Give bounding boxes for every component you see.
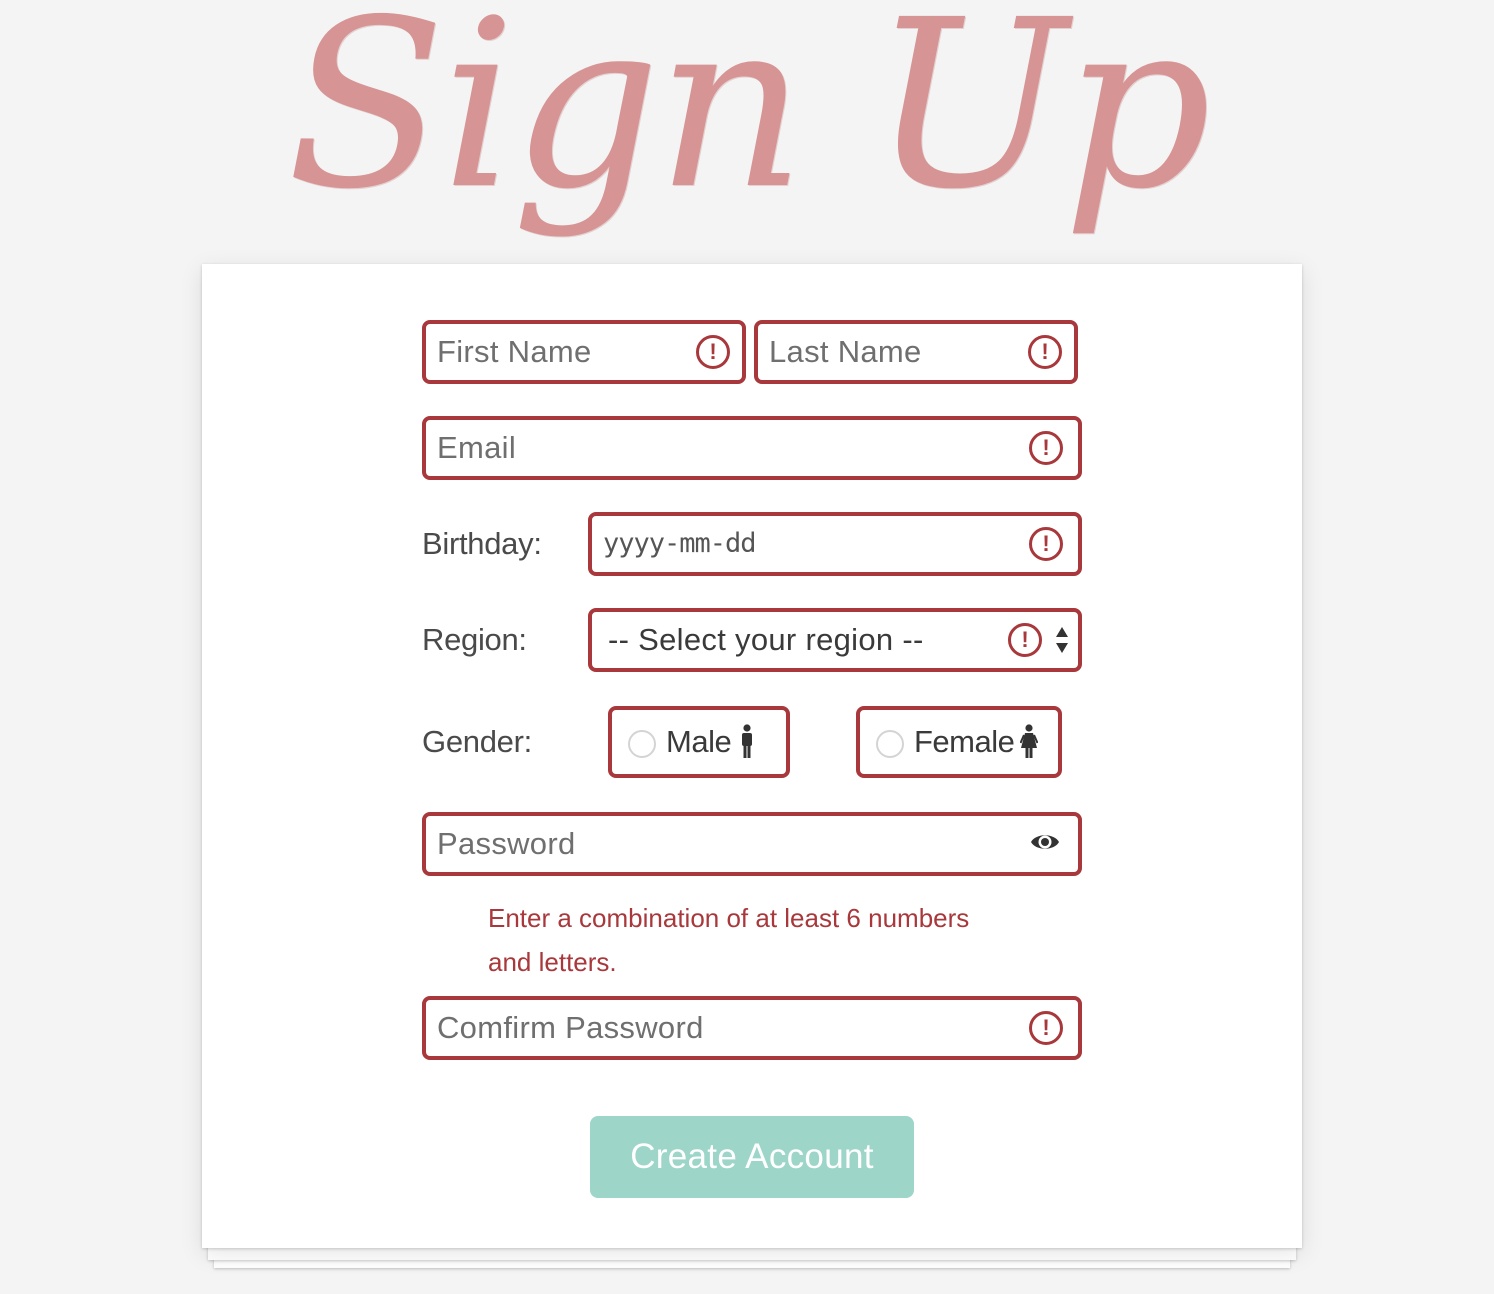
- last-name-input[interactable]: Last Name !: [754, 320, 1078, 384]
- alert-icon: !: [1029, 527, 1063, 561]
- birthday-date-input[interactable]: yyyy-mm-dd !: [588, 512, 1082, 576]
- email-placeholder: Email: [437, 430, 517, 465]
- email-input[interactable]: Email !: [422, 416, 1082, 480]
- eye-icon[interactable]: [1030, 831, 1060, 853]
- male-icon: [742, 724, 752, 758]
- birthday-placeholder: yyyy-mm-dd: [603, 528, 757, 559]
- first-name-placeholder: First Name: [437, 334, 592, 369]
- password-error-message: Enter a combination of at least 6 number…: [488, 896, 1028, 984]
- page-title: Sign Up: [286, 0, 1212, 240]
- alert-icon: !: [1028, 335, 1062, 369]
- female-radio[interactable]: [876, 730, 904, 758]
- select-arrows-icon: [1056, 627, 1068, 653]
- confirm-password-placeholder: Comfirm Password: [437, 1010, 704, 1045]
- password-input[interactable]: Password: [422, 812, 1082, 876]
- alert-icon: !: [1029, 1011, 1063, 1045]
- region-selected-value: -- Select your region --: [608, 622, 924, 657]
- female-icon: [1020, 724, 1038, 758]
- male-label: Male: [666, 724, 732, 759]
- alert-icon: !: [1008, 623, 1042, 657]
- confirm-password-input[interactable]: Comfirm Password !: [422, 996, 1082, 1060]
- alert-icon: !: [1029, 431, 1063, 465]
- gender-option-male[interactable]: Male: [608, 706, 790, 778]
- gender-option-female[interactable]: Female: [856, 706, 1062, 778]
- region-select[interactable]: -- Select your region -- !: [588, 608, 1082, 672]
- create-account-button[interactable]: Create Account: [590, 1116, 914, 1198]
- alert-icon: !: [696, 335, 730, 369]
- password-error-line-2: and letters.: [488, 947, 617, 977]
- region-label: Region:: [422, 622, 527, 657]
- last-name-placeholder: Last Name: [769, 334, 922, 369]
- female-label: Female: [914, 724, 1015, 759]
- password-error-line-1: Enter a combination of at least 6 number…: [488, 903, 970, 933]
- birthday-label: Birthday:: [422, 526, 542, 561]
- password-placeholder: Password: [437, 826, 576, 861]
- first-name-input[interactable]: First Name !: [422, 320, 746, 384]
- male-radio[interactable]: [628, 730, 656, 758]
- gender-label: Gender:: [422, 724, 532, 759]
